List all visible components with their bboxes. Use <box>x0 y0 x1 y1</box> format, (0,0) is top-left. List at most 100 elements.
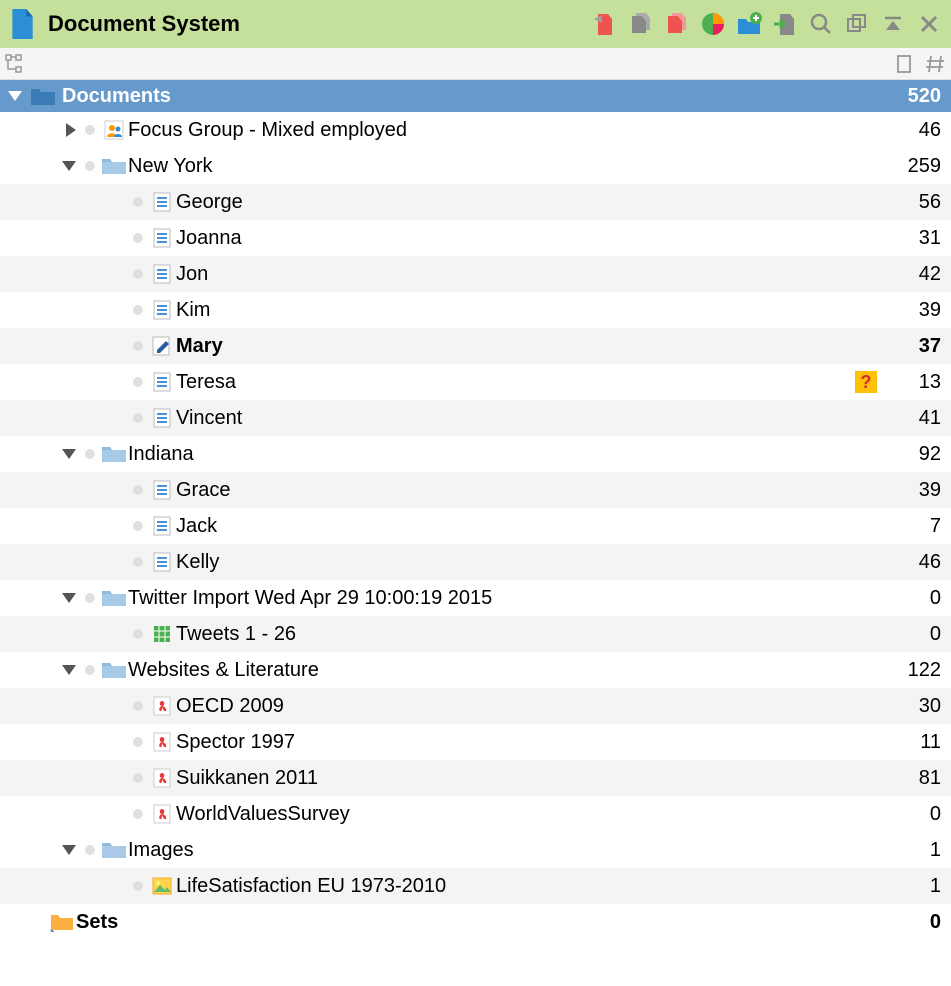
row-count: 259 <box>881 155 941 178</box>
folder-blue-icon <box>100 444 128 464</box>
tree-row-wvs[interactable]: WorldValuesSurvey0 <box>0 796 951 832</box>
row-label: LifeSatisfaction EU 1973-2010 <box>176 875 851 898</box>
search-button[interactable] <box>807 10 835 38</box>
row-label: Tweets 1 - 26 <box>176 623 851 646</box>
row-label: OECD 2009 <box>176 695 851 718</box>
bullet-dot <box>128 881 148 891</box>
tree-row-jon[interactable]: Jon42 <box>0 256 951 292</box>
tree-row-grace[interactable]: Grace 39 <box>0 472 951 508</box>
pie-chart-button[interactable] <box>699 10 727 38</box>
tree-row-twitter[interactable]: Twitter Import Wed Apr 29 10:00:19 20150 <box>0 580 951 616</box>
row-count: 39 <box>881 299 941 322</box>
pdf-icon <box>148 732 176 752</box>
row-label: WorldValuesSurvey <box>176 803 851 826</box>
pdf-icon <box>148 768 176 788</box>
row-count: 122 <box>881 659 941 682</box>
expander[interactable] <box>0 123 80 137</box>
bullet-dot <box>128 773 148 783</box>
doc-icon <box>148 372 176 392</box>
tree-row-kim[interactable]: Kim 39 <box>0 292 951 328</box>
windows-button[interactable] <box>843 10 871 38</box>
row-badge: ? <box>851 371 881 393</box>
expander[interactable] <box>0 161 80 171</box>
folder-blue-icon <box>100 840 128 860</box>
tree-row-george[interactable]: George56 <box>0 184 951 220</box>
row-count: 0 <box>881 623 941 646</box>
sets-row[interactable]: Sets 0 <box>0 904 951 940</box>
row-count: 11 <box>881 731 941 754</box>
documents-root-row[interactable]: Documents 520 <box>0 80 951 112</box>
expander[interactable] <box>0 593 80 603</box>
folder-blue-icon <box>100 660 128 680</box>
bullet-dot <box>80 125 100 135</box>
tree-row-suikkanen[interactable]: Suikkanen 201181 <box>0 760 951 796</box>
expander[interactable] <box>0 845 80 855</box>
tree-row-images[interactable]: Images 1 <box>0 832 951 868</box>
tree-row-lifesat[interactable]: LifeSatisfaction EU 1973-20101 <box>0 868 951 904</box>
bullet-dot <box>128 233 148 243</box>
row-label: Images <box>128 839 851 862</box>
tree-row-teresa[interactable]: Teresa?13 <box>0 364 951 400</box>
doc-icon <box>148 228 176 248</box>
tree-row-vincent[interactable]: Vincent41 <box>0 400 951 436</box>
tree-row-spector[interactable]: Spector 1997 11 <box>0 724 951 760</box>
row-count: 46 <box>881 119 941 142</box>
bullet-dot <box>80 449 100 459</box>
bullet-dot <box>128 521 148 531</box>
tree-row-oecd[interactable]: OECD 200930 <box>0 688 951 724</box>
row-label: Suikkanen 2011 <box>176 767 851 790</box>
bullet-dot <box>128 737 148 747</box>
tree-row-websites[interactable]: Websites & Literature 122 <box>0 652 951 688</box>
expander[interactable] <box>0 449 80 459</box>
folder-blue-icon <box>100 588 128 608</box>
row-count: 41 <box>881 407 941 430</box>
close-button[interactable] <box>915 10 943 38</box>
row-count: 1 <box>881 839 941 862</box>
doc-icon <box>148 192 176 212</box>
edit-icon <box>148 336 176 356</box>
tree-row-ny[interactable]: New York259 <box>0 148 951 184</box>
question-badge-icon: ? <box>855 371 877 393</box>
add-folder-button[interactable] <box>735 10 763 38</box>
tree-row-indiana[interactable]: Indiana92 <box>0 436 951 472</box>
row-label: Grace <box>176 479 851 502</box>
hash-icon[interactable] <box>925 53 947 75</box>
bullet-dot <box>80 665 100 675</box>
header-bar: Document System <box>0 0 951 48</box>
page-icon[interactable] <box>893 53 915 75</box>
bullet-dot <box>128 485 148 495</box>
bullet-dot <box>80 593 100 603</box>
tree-row-kelly[interactable]: Kelly46 <box>0 544 951 580</box>
row-label: Websites & Literature <box>128 659 851 682</box>
doc-icon <box>148 516 176 536</box>
doc-icon <box>148 480 176 500</box>
tree-row-joanna[interactable]: Joanna31 <box>0 220 951 256</box>
document-system-icon <box>8 9 36 39</box>
import-doc-button[interactable] <box>591 10 619 38</box>
doc-icon <box>148 408 176 428</box>
expander[interactable] <box>0 665 80 675</box>
row-label: Kim <box>176 299 851 322</box>
tree-view-icon[interactable] <box>4 53 26 75</box>
row-label: Teresa <box>176 371 851 394</box>
docs-stack-gray-button[interactable] <box>627 10 655 38</box>
export-button[interactable] <box>771 10 799 38</box>
root-expander[interactable] <box>0 91 30 101</box>
row-count: 56 <box>881 191 941 214</box>
tree-row-jack[interactable]: Jack7 <box>0 508 951 544</box>
tree-row-focus[interactable]: Focus Group - Mixed employed46 <box>0 112 951 148</box>
row-label: Spector 1997 <box>176 731 851 754</box>
docs-stack-red-button[interactable] <box>663 10 691 38</box>
row-count: 13 <box>881 371 941 394</box>
row-label: Jon <box>176 263 851 286</box>
tree-row-mary[interactable]: Mary37 <box>0 328 951 364</box>
row-label: Joanna <box>176 227 851 250</box>
row-count: 39 <box>881 479 941 502</box>
tree-row-tweets[interactable]: Tweets 1 - 26 0 <box>0 616 951 652</box>
folder-icon <box>30 86 56 106</box>
bullet-dot <box>128 197 148 207</box>
sets-folder-icon <box>50 912 74 932</box>
toolbar <box>591 10 943 38</box>
header-title-area: Document System <box>8 9 591 39</box>
collapse-up-button[interactable] <box>879 10 907 38</box>
